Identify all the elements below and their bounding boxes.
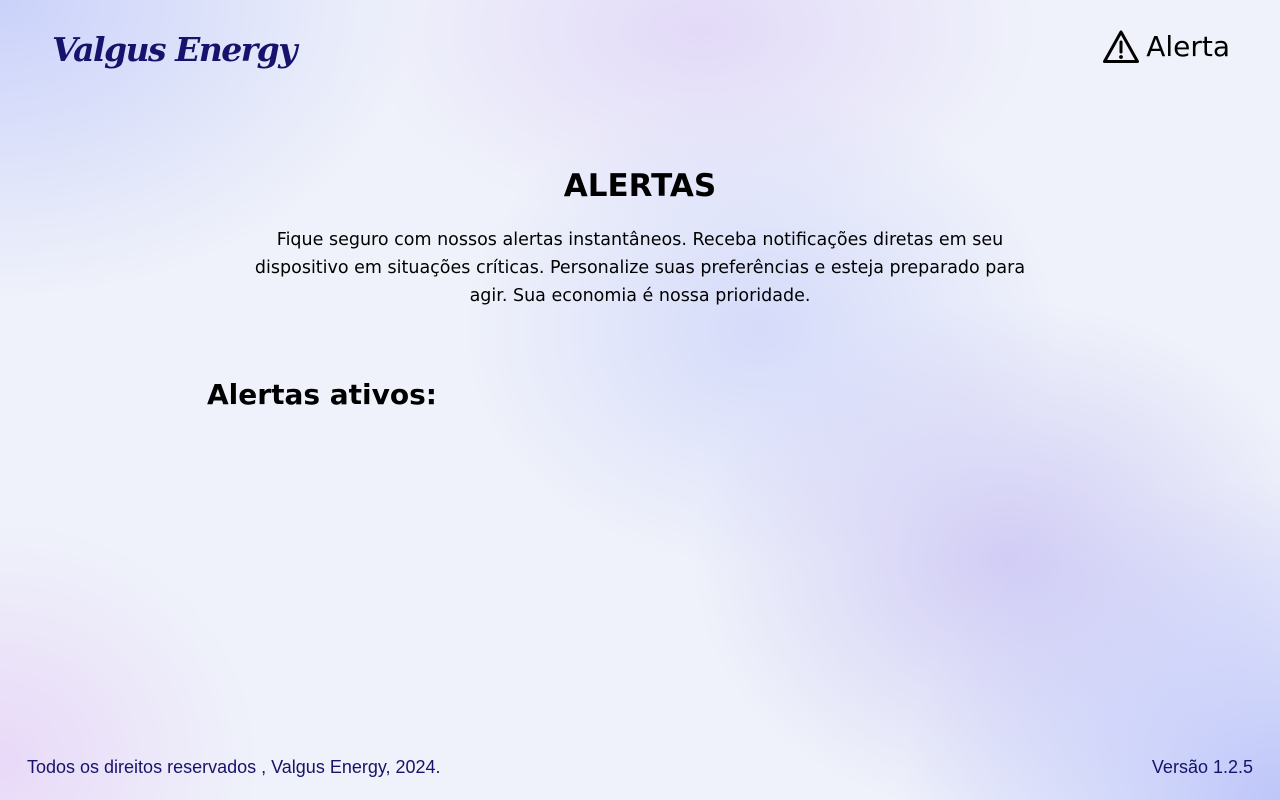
logo[interactable]: Valgus Energy — [52, 30, 297, 69]
page-title: ALERTAS — [563, 168, 717, 204]
page-description: Fique seguro com nossos alertas instantâ… — [254, 230, 1026, 306]
alert-nav-link[interactable]: Alerta — [1102, 28, 1230, 66]
footer-copyright: Todos os direitos reservados , Valgus En… — [27, 757, 441, 777]
active-alerts-heading: Alertas ativos: — [207, 378, 437, 411]
alert-nav-label: Alerta — [1146, 30, 1230, 63]
footer-version: Versão 1.2.5 — [1151, 757, 1253, 777]
warning-triangle-icon — [1102, 29, 1140, 65]
